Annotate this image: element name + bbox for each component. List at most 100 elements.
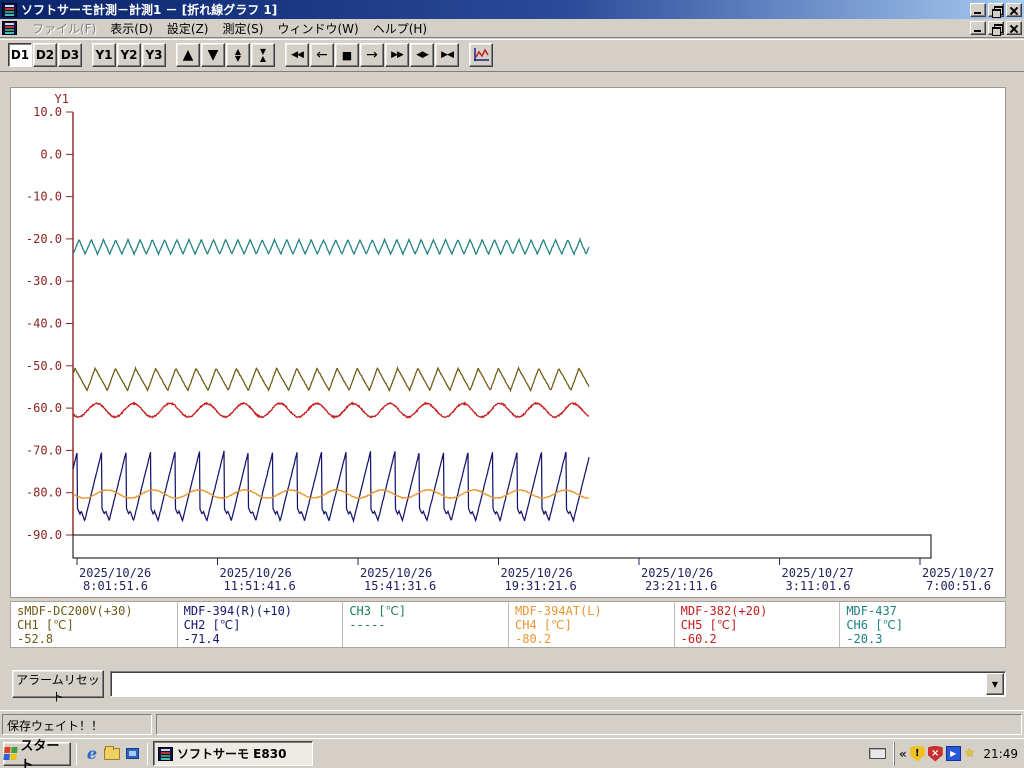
channel-title: MDF-394AT(L) bbox=[515, 604, 670, 618]
channel-value: -80.2 bbox=[515, 632, 670, 646]
x-tick-time: 11:51:41.6 bbox=[224, 579, 296, 593]
child-minimize-icon[interactable] bbox=[970, 21, 986, 35]
minimize-icon[interactable] bbox=[970, 3, 986, 17]
alarm-combobox[interactable]: ▼ bbox=[110, 671, 1006, 697]
series-ch6 bbox=[73, 239, 589, 254]
rewind-icon[interactable]: ◀◀ bbox=[285, 43, 309, 67]
start-button[interactable]: スタート bbox=[3, 742, 71, 766]
channel-label: CH2 [℃] bbox=[184, 618, 339, 632]
x-tick-time: 15:41:31.6 bbox=[364, 579, 436, 593]
security-alert-icon[interactable]: × bbox=[928, 746, 943, 762]
clock: 21:49 bbox=[983, 747, 1018, 761]
series-ch5 bbox=[73, 403, 589, 418]
y-tick-label: -60.0 bbox=[26, 401, 62, 415]
channel-value: -60.2 bbox=[681, 632, 836, 646]
legend-ch6: MDF-437 CH6 [℃] -20.3 bbox=[839, 602, 1005, 647]
stop-icon[interactable]: ■ bbox=[335, 43, 359, 67]
y1-button[interactable]: Y1 bbox=[92, 43, 116, 67]
channel-title: sMDF-DC200V(+30) bbox=[17, 604, 173, 618]
status-band bbox=[73, 535, 931, 558]
y-tick-label: -50.0 bbox=[26, 359, 62, 373]
child-restore-icon[interactable] bbox=[988, 21, 1004, 35]
close-icon[interactable] bbox=[1006, 3, 1022, 17]
tray-collapse-icon[interactable]: « bbox=[899, 747, 907, 761]
x-tick-time: 23:21:11.6 bbox=[645, 579, 717, 593]
channel-value: -52.8 bbox=[17, 632, 173, 646]
expand-scale-icon[interactable]: ▲ ▼ bbox=[226, 43, 250, 67]
compress-time-icon[interactable]: ▶◀ bbox=[435, 43, 459, 67]
x-tick-date: 2025/10/26 bbox=[360, 566, 432, 580]
step-back-icon[interactable]: ← bbox=[310, 43, 334, 67]
menu-settings[interactable]: 設定(Z) bbox=[160, 19, 216, 38]
restore-icon[interactable] bbox=[988, 3, 1004, 17]
channel-title: MDF-394(R)(+10) bbox=[184, 604, 339, 618]
legend-ch3: CH3 [℃] ----- bbox=[342, 602, 508, 647]
menu-window[interactable]: ウィンドウ(W) bbox=[270, 19, 365, 38]
y-tick-label: -20.0 bbox=[26, 232, 62, 246]
title-bar: ソフトサーモ計測－計測1 － [折れ線グラフ 1] bbox=[0, 0, 1024, 19]
update-star-icon[interactable]: ★ bbox=[964, 746, 976, 761]
keyboard-icon[interactable] bbox=[869, 748, 886, 759]
d1-button[interactable]: D1 bbox=[8, 43, 32, 67]
menu-measure[interactable]: 測定(S) bbox=[215, 19, 270, 38]
step-forward-icon[interactable]: → bbox=[360, 43, 384, 67]
legend-ch4: MDF-394AT(L) CH4 [℃] -80.2 bbox=[508, 602, 674, 647]
channel-label: CH3 [℃] bbox=[349, 604, 504, 618]
chart-panel: Y110.00.0-10.0-20.0-30.0-40.0-50.0-60.0-… bbox=[10, 87, 1006, 598]
app-icon bbox=[158, 747, 173, 761]
show-desktop-icon[interactable] bbox=[122, 744, 142, 764]
channel-label: CH5 [℃] bbox=[681, 618, 836, 632]
compress-scale-icon[interactable]: ▼ ▲ bbox=[251, 43, 275, 67]
y-tick-label: -40.0 bbox=[26, 317, 62, 331]
status-panel-2 bbox=[156, 714, 1022, 735]
shift-down-icon[interactable]: ▼ bbox=[201, 43, 225, 67]
line-graph-icon[interactable] bbox=[469, 43, 493, 67]
child-close-icon[interactable] bbox=[1006, 21, 1022, 35]
fast-forward-icon[interactable]: ▶▶ bbox=[385, 43, 409, 67]
start-label: スタート bbox=[20, 735, 70, 768]
internet-explorer-icon[interactable]: e bbox=[82, 744, 102, 764]
channel-label: CH4 [℃] bbox=[515, 618, 670, 632]
channel-value: -20.3 bbox=[846, 632, 1001, 646]
system-tray: « ! × ▶ ★ 21:49 bbox=[869, 739, 1024, 768]
y2-button[interactable]: Y2 bbox=[117, 43, 141, 67]
y-tick-label: -30.0 bbox=[26, 274, 62, 288]
alarm-reset-button[interactable]: アラームリセット bbox=[12, 670, 104, 698]
y-tick-label: -10.0 bbox=[26, 190, 62, 204]
legend-ch1: sMDF-DC200V(+30) CH1 [℃] -52.8 bbox=[11, 602, 177, 647]
shift-up-icon[interactable]: ▲ bbox=[176, 43, 200, 67]
channel-title: MDF-437 bbox=[846, 604, 1001, 618]
taskbar-item-label: ソフトサーモ E830 bbox=[177, 745, 286, 762]
security-warning-icon[interactable]: ! bbox=[910, 746, 925, 762]
taskbar-item-softthermo[interactable]: ソフトサーモ E830 bbox=[153, 741, 313, 766]
folder-icon[interactable] bbox=[102, 744, 122, 764]
menu-view[interactable]: 表示(D) bbox=[103, 19, 160, 38]
expand-time-icon[interactable]: ◀▶ bbox=[410, 43, 434, 67]
document-icon[interactable] bbox=[2, 21, 17, 35]
channel-legend: sMDF-DC200V(+30) CH1 [℃] -52.8 MDF-394(R… bbox=[10, 601, 1006, 648]
taskbar: スタート e ソフトサーモ E830 « ! × ▶ ★ 21:49 bbox=[0, 738, 1024, 768]
window-title: ソフトサーモ計測－計測1 － [折れ線グラフ 1] bbox=[21, 1, 970, 18]
x-tick-date: 2025/10/26 bbox=[641, 566, 713, 580]
menu-file: ファイル(F) bbox=[25, 19, 103, 38]
x-tick-time: 3:11:01.6 bbox=[786, 579, 851, 593]
line-chart: Y110.00.0-10.0-20.0-30.0-40.0-50.0-60.0-… bbox=[11, 88, 1005, 597]
y-axis-label: Y1 bbox=[55, 92, 69, 106]
windows-logo-icon bbox=[3, 747, 18, 760]
media-play-icon[interactable]: ▶ bbox=[946, 746, 961, 761]
series-ch2 bbox=[73, 451, 589, 521]
y-tick-label: -90.0 bbox=[26, 528, 62, 542]
x-tick-time: 8:01:51.6 bbox=[83, 579, 148, 593]
app-icon bbox=[2, 3, 17, 17]
y3-button[interactable]: Y3 bbox=[142, 43, 166, 67]
channel-label: CH1 [℃] bbox=[17, 618, 173, 632]
menu-help[interactable]: ヘルプ(H) bbox=[366, 19, 434, 38]
channel-value: ----- bbox=[349, 618, 504, 632]
d3-button[interactable]: D3 bbox=[58, 43, 82, 67]
d2-button[interactable]: D2 bbox=[33, 43, 57, 67]
dropdown-arrow-icon[interactable]: ▼ bbox=[986, 673, 1004, 695]
status-message: 保存ウェイト！！ bbox=[2, 714, 152, 735]
channel-label: CH6 [℃] bbox=[846, 618, 1001, 632]
series-ch1 bbox=[73, 368, 589, 391]
y-tick-label: 0.0 bbox=[40, 147, 62, 161]
